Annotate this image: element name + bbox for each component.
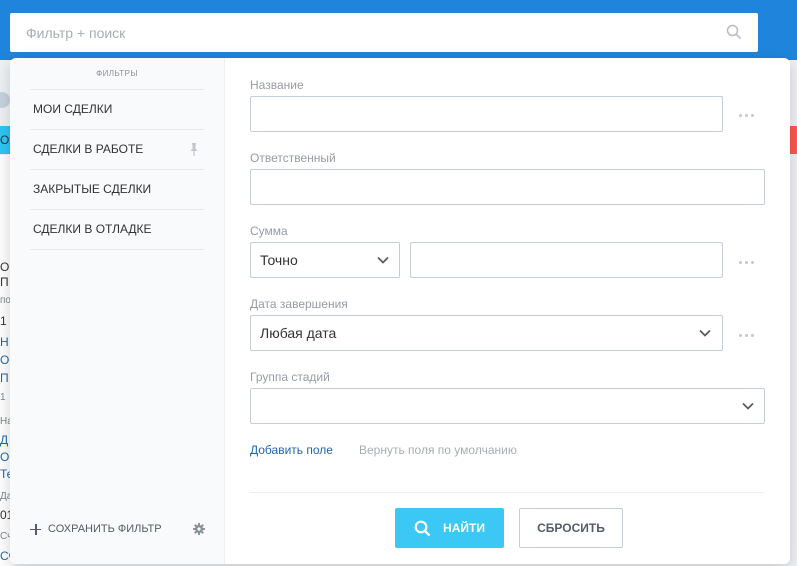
more-dots-icon[interactable]	[739, 260, 756, 265]
preset-deals-in-debug[interactable]: СДЕЛКИ В ОТЛАДКЕ	[30, 210, 204, 250]
sum-field-label: Сумма	[250, 224, 288, 238]
find-button-label: НАЙТИ	[443, 521, 485, 535]
divider	[250, 492, 765, 493]
preset-label: СДЕЛКИ В РАБОТЕ	[33, 142, 144, 156]
preset-label: МОИ СДЕЛКИ	[33, 102, 113, 116]
save-filter-button[interactable]: СОХРАНИТЬ ФИЛЬТР	[30, 521, 162, 537]
more-dots-icon[interactable]	[739, 113, 756, 118]
restore-default-fields-link[interactable]: Вернуть поля по умолчанию	[359, 443, 517, 457]
preset-label: ЗАКРЫТЫЕ СДЕЛКИ	[33, 182, 152, 196]
save-filter-label: СОХРАНИТЬ ФИЛЬТР	[48, 523, 162, 535]
preset-deals-in-progress[interactable]: СДЕЛКИ В РАБОТЕ	[30, 130, 204, 170]
gear-icon[interactable]	[193, 523, 205, 535]
pin-icon[interactable]	[190, 143, 198, 156]
responsible-field-label: Ответственный	[250, 151, 336, 165]
preset-my-deals[interactable]: МОИ СДЕЛКИ	[30, 90, 204, 130]
plus-icon	[30, 523, 41, 535]
search-input[interactable]	[26, 13, 706, 52]
name-field-label: Название	[250, 78, 304, 92]
sum-mode-value: Точно	[260, 252, 298, 268]
filter-presets-sidebar: ФИЛЬТРЫ МОИ СДЕЛКИ СДЕЛКИ В РАБОТЕ ЗАКРЫ…	[10, 58, 225, 564]
preset-list: МОИ СДЕЛКИ СДЕЛКИ В РАБОТЕ ЗАКРЫТЫЕ СДЕЛ…	[30, 89, 204, 250]
find-button[interactable]: НАЙТИ	[395, 508, 504, 548]
chevron-down-icon	[742, 402, 754, 410]
preset-closed-deals[interactable]: ЗАКРЫТЫЕ СДЕЛКИ	[30, 170, 204, 210]
preset-label: СДЕЛКИ В ОТЛАДКЕ	[33, 222, 152, 236]
reset-button[interactable]: СБРОСИТЬ	[519, 508, 623, 548]
close-date-field-label: Дата завершения	[250, 297, 348, 311]
sidebar-title: ФИЛЬТРЫ	[96, 69, 138, 78]
chevron-down-icon	[377, 256, 389, 264]
close-date-value: Любая дата	[260, 325, 337, 341]
more-dots-icon[interactable]	[739, 333, 756, 338]
stage-group-select[interactable]	[250, 388, 765, 424]
close-date-select[interactable]: Любая дата	[250, 315, 723, 351]
add-field-link[interactable]: Добавить поле	[250, 443, 333, 457]
search-icon	[414, 520, 431, 536]
chevron-down-icon	[699, 329, 711, 337]
filter-popup: ФИЛЬТРЫ МОИ СДЕЛКИ СДЕЛКИ В РАБОТЕ ЗАКРЫ…	[10, 58, 790, 564]
responsible-field[interactable]	[250, 169, 765, 205]
reset-button-label: СБРОСИТЬ	[537, 521, 605, 535]
search-icon[interactable]	[726, 24, 742, 40]
sum-mode-select[interactable]: Точно	[250, 242, 400, 278]
name-field[interactable]	[250, 96, 723, 132]
filter-search-bar[interactable]	[10, 13, 758, 52]
sum-value-field[interactable]	[410, 242, 723, 278]
background-stage-bar-red	[789, 126, 797, 154]
stage-group-field-label: Группа стадий	[250, 370, 330, 384]
